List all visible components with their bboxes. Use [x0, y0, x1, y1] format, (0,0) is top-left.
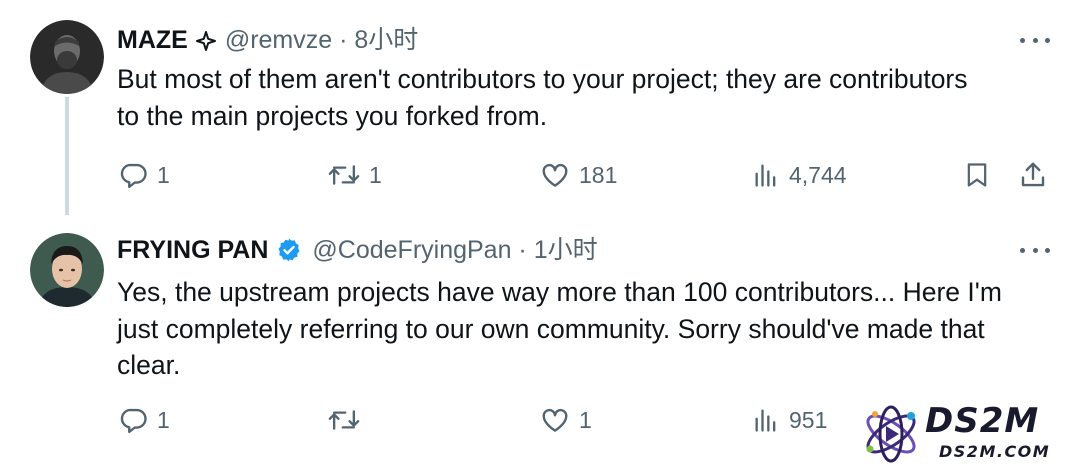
views-icon	[755, 164, 776, 187]
tweet: MAZE @remvze · 8小时 But most of them aren…	[0, 0, 1080, 215]
heart-icon	[542, 408, 568, 432]
handle-and-time[interactable]: @remvze · 8小时	[225, 25, 418, 55]
sparkle-icon	[195, 29, 217, 51]
repost-count: 1	[369, 161, 382, 188]
avatar[interactable]	[30, 20, 104, 94]
tweet-text-line: to the main projects you forked from.	[117, 100, 548, 131]
like-count: 1	[579, 406, 592, 433]
bookmark-icon	[967, 163, 987, 187]
verified-badge-icon	[276, 237, 302, 263]
display-name[interactable]: FRYING PAN	[117, 235, 268, 265]
tweet-text-line: just completely referring to our own com…	[117, 313, 985, 344]
watermark-url: DS2M.COM	[939, 442, 1051, 461]
repost-icon	[328, 410, 360, 430]
share-button[interactable]	[1018, 155, 1048, 195]
views-button[interactable]: 4,744	[752, 155, 847, 195]
repost-button[interactable]	[328, 400, 369, 440]
tweet-text: But most of them aren't contributors to …	[117, 61, 1052, 134]
watermark: DS2M DS2M.COM	[855, 400, 1070, 468]
like-count: 181	[579, 161, 618, 188]
reply-icon	[120, 408, 147, 434]
reply-count: 1	[157, 161, 170, 188]
bookmark-button[interactable]	[963, 155, 991, 195]
views-button[interactable]: 951	[752, 400, 827, 440]
repost-icon	[328, 165, 360, 185]
tweet-text-line: clear.	[117, 350, 181, 380]
display-name[interactable]: MAZE	[117, 25, 188, 55]
avatar[interactable]	[30, 233, 104, 307]
like-button[interactable]: 181	[540, 155, 617, 195]
reply-icon	[120, 163, 147, 189]
tweet-text: Yes, the upstream projects have way more…	[117, 274, 1052, 384]
watermark-title: DS2M	[925, 401, 1040, 441]
reply-count: 1	[157, 406, 170, 433]
atom-logo-icon	[866, 405, 916, 463]
view-count: 4,744	[789, 161, 847, 188]
handle-and-time[interactable]: @CodeFryingPan · 1小时	[312, 235, 597, 265]
heart-icon	[542, 163, 568, 187]
more-options-icon[interactable]	[1020, 30, 1050, 50]
views-icon	[755, 409, 776, 432]
view-count: 951	[789, 406, 828, 433]
share-icon	[1021, 162, 1045, 187]
reply-button[interactable]: 1	[118, 155, 170, 195]
tweet-header: FRYING PAN @CodeFryingPan · 1小时	[117, 235, 598, 265]
reply-button[interactable]: 1	[118, 400, 170, 440]
more-options-icon[interactable]	[1020, 240, 1050, 260]
repost-button[interactable]: 1	[328, 155, 382, 195]
like-button[interactable]: 1	[540, 400, 592, 440]
tweet-header: MAZE @remvze · 8小时	[117, 25, 418, 55]
tweet-text-line: But most of them aren't contributors to …	[117, 64, 968, 94]
tweet-text-line: Yes, the upstream projects have way more…	[117, 277, 1002, 307]
action-bar: 1 1 181 4,744	[0, 155, 1080, 195]
